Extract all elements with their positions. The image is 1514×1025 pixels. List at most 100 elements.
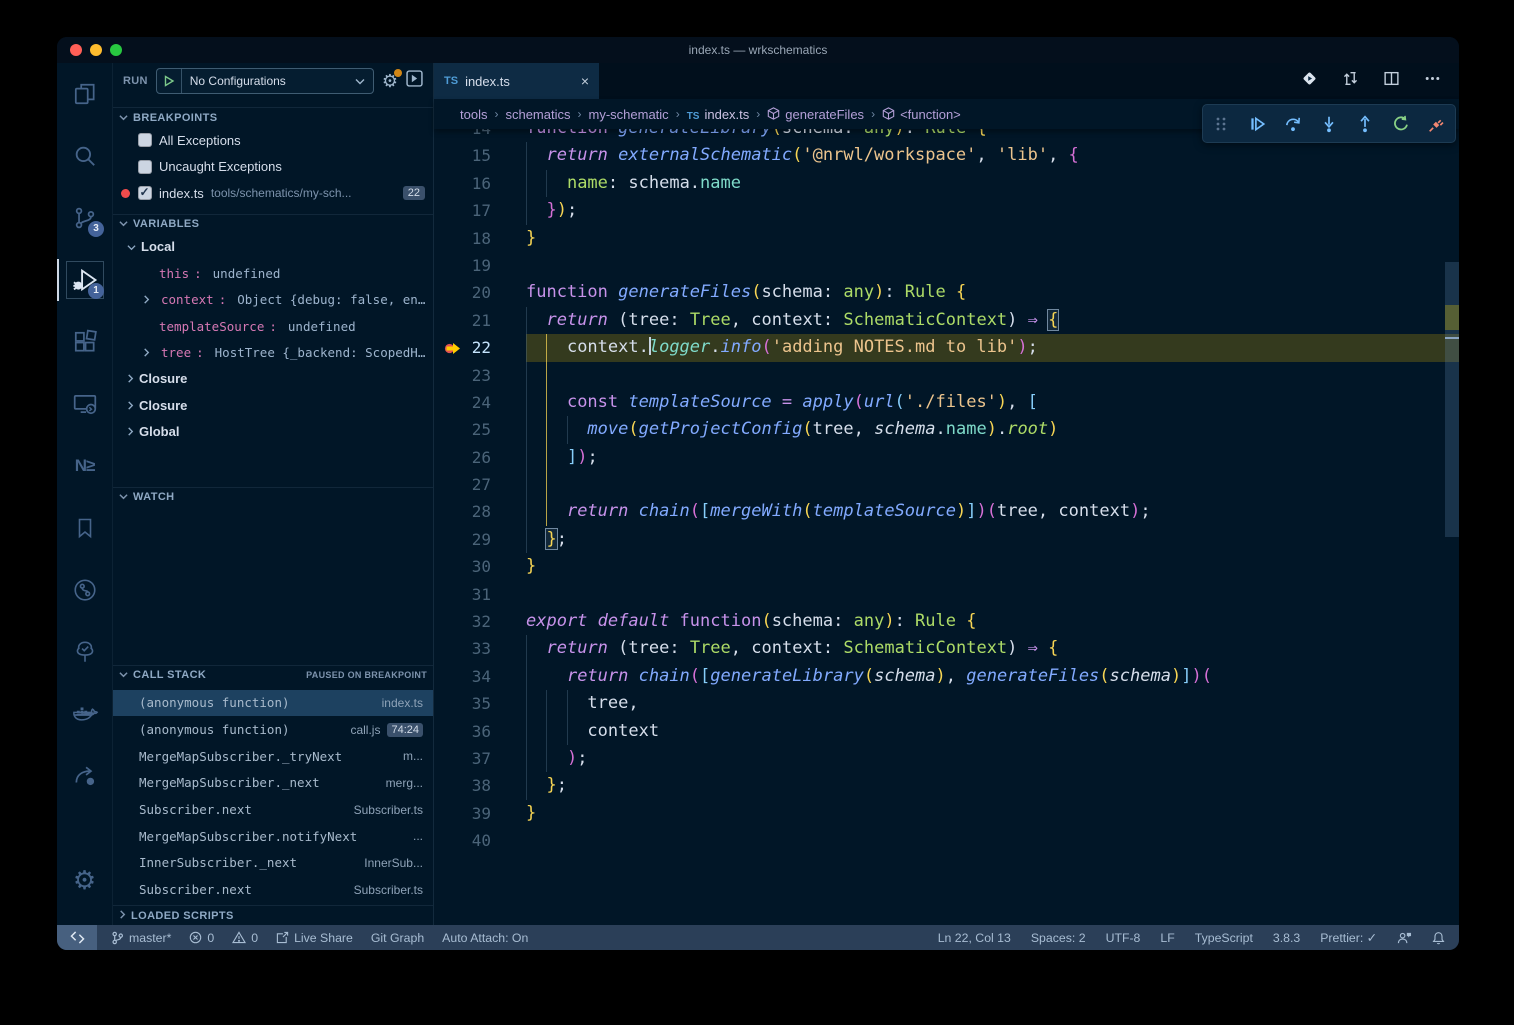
- open-changes-icon[interactable]: [1301, 70, 1318, 92]
- code-gutter[interactable]: 32: [434, 608, 526, 635]
- continue-button[interactable]: [1242, 109, 1272, 139]
- code-line-19[interactable]: 19: [434, 252, 1459, 279]
- call-stack-frame[interactable]: (anonymous function)index.ts: [113, 690, 433, 717]
- variables-scope-closure[interactable]: Closure: [113, 392, 433, 418]
- step-out-button[interactable]: [1350, 109, 1380, 139]
- code-line-39[interactable]: 39}: [434, 800, 1459, 827]
- code-gutter[interactable]: 19: [434, 252, 526, 279]
- activity-item-run-debug[interactable]: 1: [57, 249, 112, 311]
- breakpoint-checkbox[interactable]: [138, 160, 152, 174]
- activity-item-settings[interactable]: ⚙: [57, 849, 112, 911]
- split-editor-icon[interactable]: [1383, 70, 1400, 92]
- breadcrumb-item[interactable]: TSindex.ts: [687, 107, 750, 122]
- call-stack-frame[interactable]: (anonymous function)call.js74:24: [113, 716, 433, 743]
- loaded-scripts-section-header[interactable]: LOADED SCRIPTS: [113, 905, 433, 925]
- status-item-utf-8[interactable]: UTF-8: [1106, 931, 1141, 945]
- code-gutter[interactable]: 18: [434, 225, 526, 252]
- status-item-auto-attach-on[interactable]: Auto Attach: On: [442, 931, 528, 945]
- code-line-21[interactable]: 21 return (tree: Tree, context: Schemati…: [434, 307, 1459, 334]
- code-line-22[interactable]: 22 context.logger.info('adding NOTES.md …: [434, 334, 1459, 361]
- activity-item-nx-console[interactable]: N≥: [57, 435, 112, 497]
- code-gutter[interactable]: 34: [434, 663, 526, 690]
- compare-changes-icon[interactable]: [1342, 70, 1359, 92]
- status-item-bell[interactable]: [1432, 931, 1445, 945]
- breakpoints-section-header[interactable]: BREAKPOINTS: [113, 107, 433, 127]
- code-line-34[interactable]: 34 return chain([generateLibrary(schema)…: [434, 663, 1459, 690]
- code-gutter[interactable]: 14: [434, 129, 526, 142]
- code-line-20[interactable]: 20function generateFiles(schema: any): R…: [434, 279, 1459, 306]
- status-item-spaces-2[interactable]: Spaces: 2: [1031, 931, 1086, 945]
- code-gutter[interactable]: 38: [434, 772, 526, 799]
- code-gutter[interactable]: 36: [434, 718, 526, 745]
- call-stack-section-header[interactable]: CALL STACK PAUSED ON BREAKPOINT: [113, 665, 433, 685]
- code-gutter[interactable]: 39: [434, 800, 526, 827]
- code-line-28[interactable]: 28 return chain([mergeWith(templateSourc…: [434, 498, 1459, 525]
- code-gutter[interactable]: 27: [434, 471, 526, 498]
- activity-item-docker[interactable]: [57, 683, 112, 745]
- code-gutter[interactable]: 35: [434, 690, 526, 717]
- code-line-31[interactable]: 31: [434, 581, 1459, 608]
- remote-indicator[interactable]: [57, 925, 97, 950]
- activity-item-testing[interactable]: [57, 621, 112, 683]
- activity-item-source-control[interactable]: 3: [57, 187, 112, 249]
- status-item-0[interactable]: 0: [232, 931, 258, 945]
- activity-item-remote-explorer[interactable]: [57, 373, 112, 435]
- breakpoint-row[interactable]: All Exceptions: [113, 127, 433, 154]
- breakpoint-checkbox[interactable]: [138, 133, 152, 147]
- code-gutter[interactable]: 26: [434, 444, 526, 471]
- variables-scope-local[interactable]: Local: [113, 234, 433, 260]
- code-line-32[interactable]: 32export default function(schema: any): …: [434, 608, 1459, 635]
- activity-item-search[interactable]: [57, 125, 112, 187]
- code-line-16[interactable]: 16 name: schema.name: [434, 170, 1459, 197]
- tab-index-ts[interactable]: TS index.ts ×: [434, 63, 599, 99]
- code-line-23[interactable]: 23: [434, 362, 1459, 389]
- code-line-24[interactable]: 24 const templateSource = apply(url('./f…: [434, 389, 1459, 416]
- code-gutter[interactable]: 25: [434, 416, 526, 443]
- code-gutter[interactable]: 16: [434, 170, 526, 197]
- breadcrumb-item[interactable]: generateFiles: [767, 106, 864, 122]
- status-item-ln-22-col-13[interactable]: Ln 22, Col 13: [938, 931, 1011, 945]
- breadcrumb-item[interactable]: tools: [460, 107, 487, 122]
- variables-scope-global[interactable]: Global: [113, 419, 433, 445]
- variables-scope-closure[interactable]: Closure: [113, 366, 433, 392]
- breakpoint-row[interactable]: index.tstools/schematics/my-sch...22: [113, 180, 433, 207]
- status-item-3-8-3[interactable]: 3.8.3: [1273, 931, 1300, 945]
- call-stack-frame[interactable]: MergeMapSubscriber._tryNextm...: [113, 743, 433, 770]
- variable-row-templateSource[interactable]: templateSource:undefined: [113, 313, 433, 339]
- code-line-35[interactable]: 35 tree,: [434, 690, 1459, 717]
- code-area[interactable]: 14function generateLibrary(schema: any):…: [434, 129, 1459, 925]
- launch-config-dropdown[interactable]: No Configurations: [156, 68, 374, 94]
- variable-row-context[interactable]: context:Object {debug: false, en…: [113, 287, 433, 313]
- activity-item-gitlens[interactable]: [57, 559, 112, 621]
- variable-row-this[interactable]: this:undefined: [113, 260, 433, 286]
- restart-button[interactable]: [1386, 109, 1416, 139]
- breadcrumb-item[interactable]: <function>: [882, 106, 961, 122]
- debug-settings-button[interactable]: ⚙: [382, 72, 398, 90]
- code-line-25[interactable]: 25 move(getProjectConfig(tree, schema.na…: [434, 416, 1459, 443]
- code-line-26[interactable]: 26 ]);: [434, 444, 1459, 471]
- activity-item-explorer[interactable]: [57, 63, 112, 125]
- code-line-38[interactable]: 38 };: [434, 772, 1459, 799]
- code-line-17[interactable]: 17 });: [434, 197, 1459, 224]
- watch-section-header[interactable]: WATCH: [113, 487, 433, 507]
- more-actions-icon[interactable]: [1424, 70, 1441, 92]
- breadcrumb-item[interactable]: schematics: [505, 107, 570, 122]
- code-line-36[interactable]: 36 context: [434, 718, 1459, 745]
- call-stack-frame[interactable]: Subscriber.nextSubscriber.ts: [113, 796, 433, 823]
- variable-row-tree[interactable]: tree:HostTree {_backend: ScopedH…: [113, 339, 433, 365]
- status-item-git-graph[interactable]: Git Graph: [371, 931, 424, 945]
- code-gutter[interactable]: 22: [434, 334, 526, 361]
- status-item-feedback[interactable]: [1397, 931, 1412, 945]
- step-over-button[interactable]: [1278, 109, 1308, 139]
- editor-scrollbar[interactable]: [1445, 129, 1459, 925]
- code-gutter[interactable]: 15: [434, 142, 526, 169]
- call-stack-frame[interactable]: Subscriber.nextSubscriber.ts: [113, 876, 433, 903]
- code-gutter[interactable]: 21: [434, 307, 526, 334]
- code-line-37[interactable]: 37 );: [434, 745, 1459, 772]
- status-item-0[interactable]: 0: [189, 931, 214, 945]
- code-gutter[interactable]: 28: [434, 498, 526, 525]
- status-item-live-share[interactable]: Live Share: [276, 931, 353, 945]
- breadcrumb-item[interactable]: my-schematic: [589, 107, 669, 122]
- status-item-master[interactable]: master*: [111, 931, 171, 945]
- code-gutter[interactable]: 17: [434, 197, 526, 224]
